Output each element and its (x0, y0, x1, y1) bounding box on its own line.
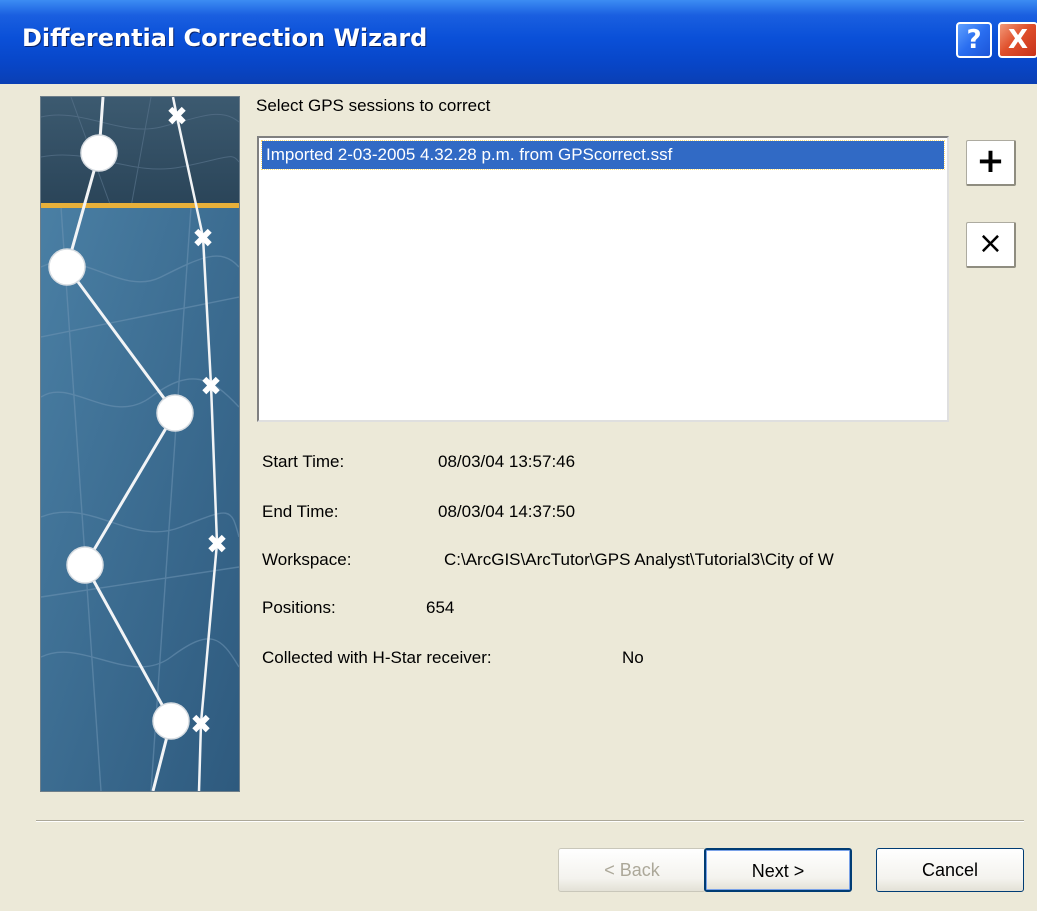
start-time-value: 08/03/04 13:57:46 (438, 452, 576, 471)
remove-session-button[interactable]: × (966, 222, 1016, 268)
next-button[interactable]: Next > (704, 848, 852, 892)
add-session-button[interactable]: + (966, 140, 1016, 186)
help-button[interactable]: ? (956, 22, 992, 58)
sessions-prompt: Select GPS sessions to correct (256, 96, 491, 115)
back-button[interactable]: < Back (558, 848, 706, 892)
gps-track-illustration: ✖ ✖ ✖ ✖ ✖ (40, 96, 240, 792)
workspace-label: Workspace: (262, 550, 352, 569)
cancel-button[interactable]: Cancel (876, 848, 1024, 892)
svg-text:✖: ✖ (192, 224, 214, 254)
session-list[interactable]: Imported 2-03-2005 4.32.28 p.m. from GPS… (257, 136, 949, 422)
positions-value: 654 (426, 598, 455, 617)
window-title: Differential Correction Wizard (22, 24, 428, 52)
svg-text:✖: ✖ (206, 530, 228, 560)
end-time-value: 08/03/04 14:37:50 (438, 502, 576, 521)
svg-text:✖: ✖ (166, 102, 188, 132)
wizard-window: Differential Correction Wizard ? X ✖ ✖ ✖… (0, 0, 1037, 911)
svg-text:✖: ✖ (200, 372, 222, 402)
hstar-value: No (622, 648, 644, 667)
start-time-label: Start Time: (262, 452, 345, 471)
separator (36, 820, 1024, 822)
wizard-side-image: ✖ ✖ ✖ ✖ ✖ (40, 96, 240, 792)
workspace-value: C:\ArcGIS\ArcTutor\GPS Analyst\Tutorial3… (444, 550, 834, 569)
list-item[interactable]: Imported 2-03-2005 4.32.28 p.m. from GPS… (261, 140, 945, 170)
positions-label: Positions: (262, 598, 336, 617)
svg-text:✖: ✖ (190, 710, 212, 740)
title-bar[interactable]: Differential Correction Wizard ? X (0, 0, 1037, 84)
close-button[interactable]: X (998, 22, 1037, 58)
end-time-label: End Time: (262, 502, 339, 521)
hstar-label: Collected with H-Star receiver: (262, 648, 492, 667)
